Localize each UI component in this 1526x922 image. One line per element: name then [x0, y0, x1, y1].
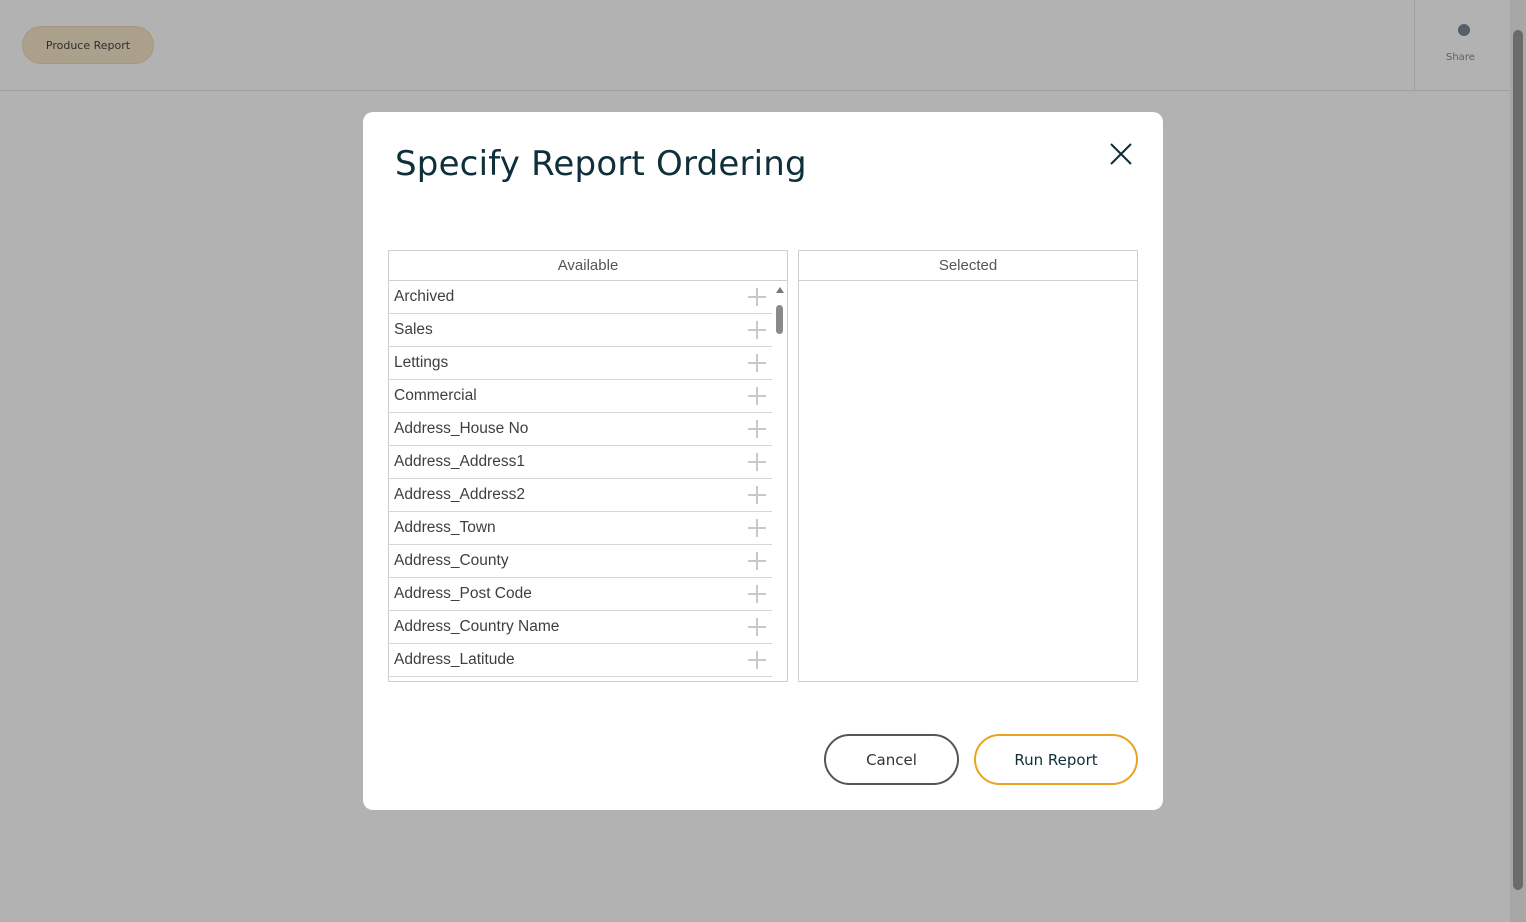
list-item-label: Sales	[394, 321, 433, 338]
run-report-button[interactable]: Run Report	[974, 734, 1138, 785]
dialog-title: Specify Report Ordering	[395, 144, 807, 184]
available-list-item[interactable]: Address_Post Code	[389, 578, 772, 611]
plus-icon[interactable]	[748, 354, 766, 372]
scroll-up-arrow-icon[interactable]	[776, 287, 784, 293]
plus-icon[interactable]	[748, 486, 766, 504]
available-list-item[interactable]: Address_Town	[389, 512, 772, 545]
cancel-button[interactable]: Cancel	[824, 734, 959, 785]
plus-icon[interactable]	[748, 387, 766, 405]
available-list-scrollbar[interactable]	[773, 283, 787, 681]
list-item-label: Address_House No	[394, 420, 529, 437]
list-item-label: Commercial	[394, 387, 477, 404]
available-list-item[interactable]: Commercial	[389, 380, 772, 413]
plus-icon[interactable]	[748, 321, 766, 339]
selected-list[interactable]	[799, 281, 1137, 681]
available-list-item[interactable]: Address_House No	[389, 413, 772, 446]
available-list-item[interactable]: Address_County	[389, 545, 772, 578]
available-list-item-partial[interactable]	[389, 677, 772, 681]
available-list-item[interactable]: Archived	[389, 281, 772, 314]
available-list[interactable]: Archived Sales Lettings Commercial Address_H…	[389, 281, 772, 681]
selected-panel: Selected	[798, 250, 1138, 682]
available-list-item[interactable]: Sales	[389, 314, 772, 347]
list-item-label: Address_Post Code	[394, 585, 532, 602]
list-item-label: Address_Address1	[394, 453, 525, 470]
close-icon	[1110, 143, 1132, 165]
plus-icon[interactable]	[748, 519, 766, 537]
plus-icon[interactable]	[748, 453, 766, 471]
available-list-item[interactable]: Lettings	[389, 347, 772, 380]
available-list-item[interactable]: Address_Address1	[389, 446, 772, 479]
list-item-label: Address_Country Name	[394, 618, 560, 635]
list-item-label: Archived	[394, 288, 455, 305]
plus-icon[interactable]	[748, 651, 766, 669]
list-item-label: Address_County	[394, 552, 509, 569]
report-ordering-dialog: Specify Report Ordering Available Archiv…	[363, 112, 1163, 810]
available-list-item[interactable]: Address_Latitude	[389, 644, 772, 677]
close-button[interactable]	[1105, 138, 1137, 170]
available-list-item[interactable]: Address_Country Name	[389, 611, 772, 644]
available-header: Available	[389, 251, 787, 281]
scroll-thumb[interactable]	[776, 305, 783, 334]
list-item-label: Address_Town	[394, 519, 496, 536]
available-panel: Available Archived Sales Lettings Commercia…	[388, 250, 788, 682]
plus-icon[interactable]	[748, 552, 766, 570]
list-item-label: Lettings	[394, 354, 449, 371]
plus-icon[interactable]	[748, 288, 766, 306]
list-item-label: Address_Address2	[394, 486, 525, 503]
list-item-label: Address_Latitude	[394, 651, 515, 668]
plus-icon[interactable]	[748, 420, 766, 438]
plus-icon[interactable]	[748, 585, 766, 603]
selected-header: Selected	[799, 251, 1137, 281]
available-list-item[interactable]: Address_Address2	[389, 479, 772, 512]
plus-icon[interactable]	[748, 618, 766, 636]
